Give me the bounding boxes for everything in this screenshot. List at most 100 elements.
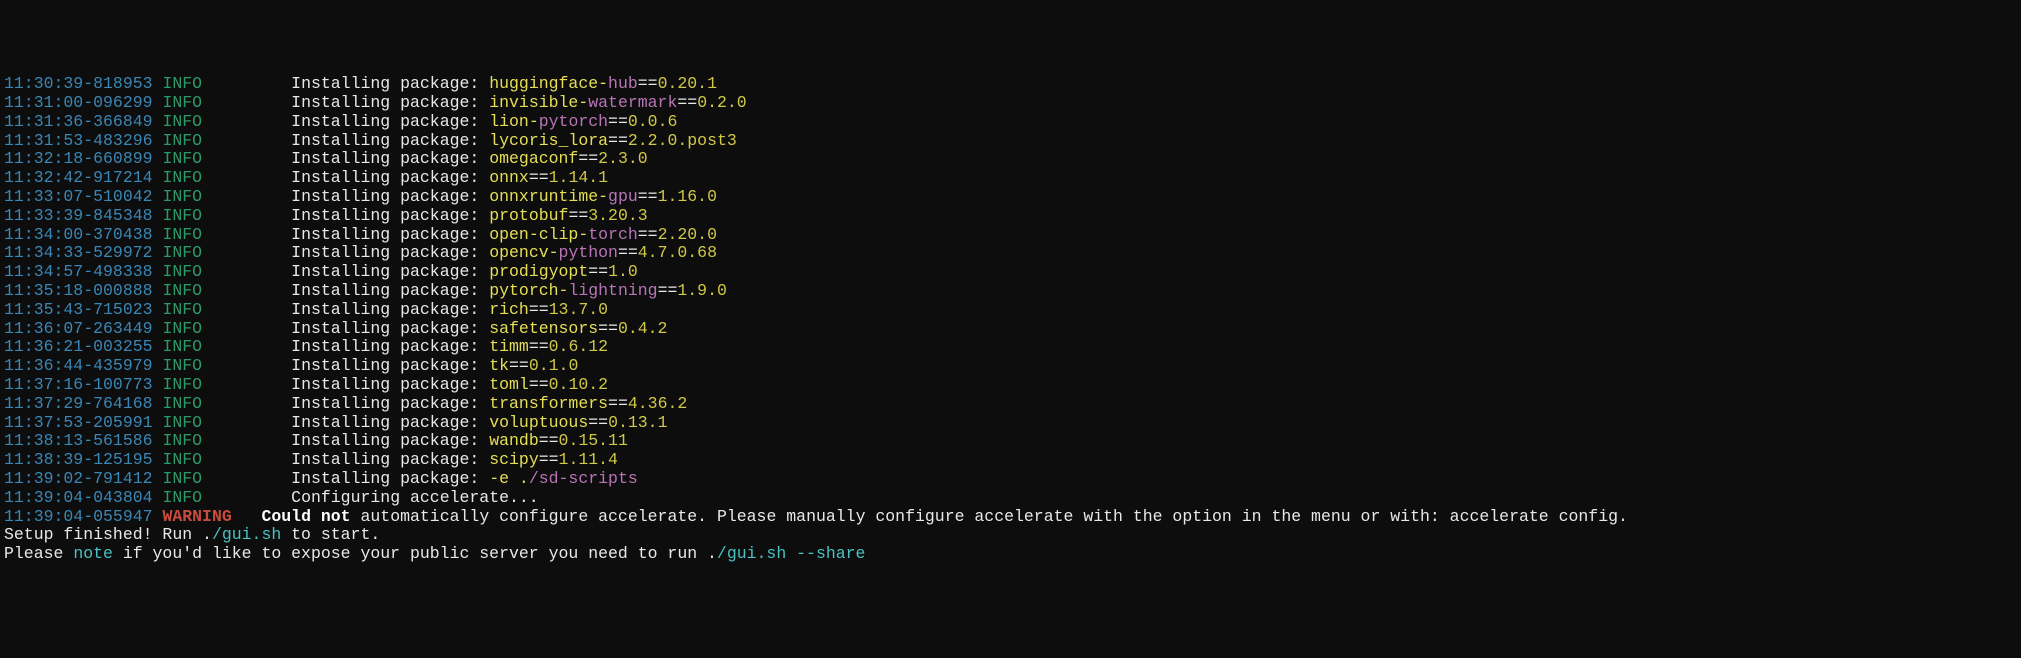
warning-text: automatically configure accelerate. Plea… (351, 507, 1628, 526)
timestamp: 11:37:16-100773 (4, 375, 153, 394)
log-level: INFO (162, 149, 241, 168)
package-suffix: hub (608, 74, 638, 93)
indent (242, 187, 292, 206)
indent (242, 450, 292, 469)
package-version: 0.6.12 (549, 337, 608, 356)
log-line: 11:36:07-263449 INFO Installing package:… (4, 320, 2017, 339)
log-level: INFO (162, 375, 241, 394)
indent (242, 337, 292, 356)
package-version: 0.1.0 (529, 356, 579, 375)
package-name: lycoris_lora (489, 131, 608, 150)
indent (242, 431, 292, 450)
package-name: timm (489, 337, 529, 356)
equals: == (529, 337, 549, 356)
footer-flag: --share (796, 544, 865, 563)
log-level: INFO (162, 319, 241, 338)
log-text: Installing package: (291, 206, 489, 225)
footer-line: Setup finished! Run ./gui.sh to start. (4, 526, 2017, 545)
package-version: 0.13.1 (608, 413, 667, 432)
log-line: 11:31:53-483296 INFO Installing package:… (4, 132, 2017, 151)
package-name: safetensors (489, 319, 598, 338)
package-version: 0.20.1 (658, 74, 717, 93)
timestamp: 11:34:57-498338 (4, 262, 153, 281)
timestamp: 11:38:13-561586 (4, 431, 153, 450)
package-version: 2.3.0 (598, 149, 648, 168)
equals: == (529, 300, 549, 319)
package-suffix: torch (588, 225, 638, 244)
log-line: 11:36:44-435979 INFO Installing package:… (4, 357, 2017, 376)
package-name: toml (489, 375, 529, 394)
indent (242, 507, 262, 526)
log-text: Installing package: (291, 131, 489, 150)
package-name: lion- (489, 112, 539, 131)
log-level: INFO (162, 469, 241, 488)
equals: == (509, 356, 529, 375)
indent (242, 413, 292, 432)
log-level: INFO (162, 281, 241, 300)
package-version: 1.14.1 (549, 168, 608, 187)
indent (242, 74, 292, 93)
timestamp: 11:33:07-510042 (4, 187, 153, 206)
log-level: WARNING (162, 507, 241, 526)
indent (242, 206, 292, 225)
indent (242, 131, 292, 150)
package-suffix: lightning (568, 281, 657, 300)
package-name: voluptuous (489, 413, 588, 432)
timestamp: 11:35:18-000888 (4, 281, 153, 300)
log-line: 11:30:39-818953 INFO Installing package:… (4, 75, 2017, 94)
log-level: INFO (162, 337, 241, 356)
package-name: onnxruntime- (489, 187, 608, 206)
footer-text (786, 544, 796, 563)
package-name: tk (489, 356, 509, 375)
package-name: transformers (489, 394, 608, 413)
timestamp: 11:33:39-845348 (4, 206, 153, 225)
equals: == (638, 225, 658, 244)
equals: == (529, 375, 549, 394)
log-line: 11:34:57-498338 INFO Installing package:… (4, 263, 2017, 282)
log-text: Installing package: (291, 394, 489, 413)
indent (242, 319, 292, 338)
equals: == (539, 431, 559, 450)
terminal-output: 11:30:39-818953 INFO Installing package:… (0, 75, 2021, 564)
log-level: INFO (162, 168, 241, 187)
timestamp: 11:32:42-917214 (4, 168, 153, 187)
indent (242, 356, 292, 375)
footer-command: /gui.sh (717, 544, 786, 563)
log-level: INFO (162, 488, 241, 507)
indent (242, 243, 292, 262)
equals: == (618, 243, 638, 262)
equals: == (578, 149, 598, 168)
log-text: Configuring accelerate... (291, 488, 539, 507)
equals: == (638, 74, 658, 93)
warning-bold: Could not (261, 507, 350, 526)
log-text: Installing package: (291, 375, 489, 394)
log-level: INFO (162, 431, 241, 450)
equals: == (608, 131, 628, 150)
log-text: Installing package: (291, 243, 489, 262)
log-line: 11:35:18-000888 INFO Installing package:… (4, 282, 2017, 301)
equals: == (638, 187, 658, 206)
log-level: INFO (162, 131, 241, 150)
equals: == (529, 168, 549, 187)
log-text: Installing package: (291, 356, 489, 375)
log-level: INFO (162, 243, 241, 262)
indent (242, 300, 292, 319)
log-line: 11:35:43-715023 INFO Installing package:… (4, 301, 2017, 320)
log-text: Installing package: (291, 337, 489, 356)
package-suffix: /sd-scripts (529, 469, 638, 488)
log-line: 11:39:04-043804 INFO Configuring acceler… (4, 489, 2017, 508)
log-level: INFO (162, 262, 241, 281)
timestamp: 11:36:07-263449 (4, 319, 153, 338)
timestamp: 11:30:39-818953 (4, 74, 153, 93)
equals: == (539, 450, 559, 469)
footer-highlight: note (73, 544, 113, 563)
log-line: 11:38:13-561586 INFO Installing package:… (4, 432, 2017, 451)
log-text: Installing package: (291, 225, 489, 244)
footer-text: Setup finished! Run . (4, 525, 212, 544)
package-version: 1.0 (608, 262, 638, 281)
indent (242, 375, 292, 394)
footer-text: Please (4, 544, 73, 563)
log-text: Installing package: (291, 469, 489, 488)
log-text: Installing package: (291, 319, 489, 338)
package-name: prodigyopt (489, 262, 588, 281)
